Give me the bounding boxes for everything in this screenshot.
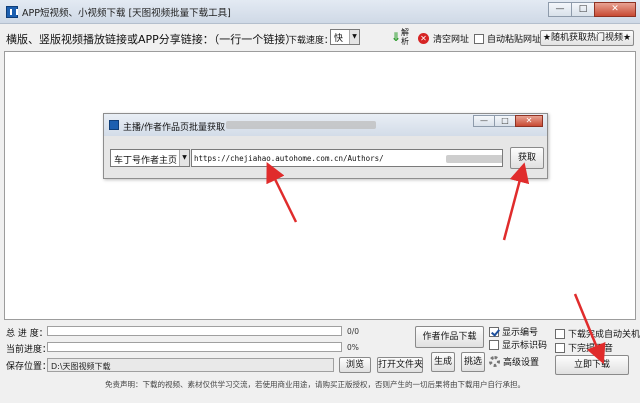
auto-shutdown-checkbox[interactable]: 下载完成自动关机 [555,327,640,340]
save-location-label: 保存位置： [6,362,52,372]
clear-urls-label: 清空网址 [433,34,470,45]
parse-label: 解析 [401,28,409,46]
source-value: 车丁号作者主页 [114,156,178,166]
dialog-maximize-button[interactable]: □ [494,115,516,127]
gear-icon [489,356,500,367]
total-progress-label: 总 进 度： [6,329,48,339]
speed-label: 下载速度： [288,36,334,46]
autopaste-label: 自动粘贴网址 [487,35,542,45]
author-url-value: https://chejiahao.autohome.com.cn/Author… [194,154,384,163]
checkbox-icon [489,339,499,350]
url-textarea[interactable] [4,51,636,320]
download-now-button[interactable]: 立即下载 [555,355,629,375]
current-progress-label: 当前进度： [6,345,52,355]
checkbox-icon [555,342,565,353]
dialog-close-button[interactable]: ✕ [515,115,543,127]
author-fetch-dialog: 主播/作者作品页批量获取 — □ ✕ 车丁号作者主页 ▼ https://che… [103,113,548,179]
checkbox-icon [474,33,484,44]
window-titlebar[interactable]: APP短视频、小视频下载 [天图视频批量下载工具] — □ ✕ [0,0,640,24]
url-prompt-label: 横版、竖版视频播放链接或APP分享链接：（一行一个链接） [6,33,297,46]
close-button[interactable]: ✕ [594,2,636,17]
window-title: APP短视频、小视频下载 [天图视频批量下载工具] [22,8,231,19]
autopaste-checkbox[interactable]: 自动粘贴网址 [474,32,541,45]
dialog-minimize-button[interactable]: — [473,115,495,127]
browse-button[interactable]: 浏览 [339,357,371,373]
chevron-down-icon: ▼ [179,150,189,166]
author-url-input[interactable]: https://chejiahao.autohome.com.cn/Author… [191,149,503,167]
current-progress-bar [47,342,342,352]
blurred-region [226,121,376,129]
dialog-title: 主播/作者作品页批量获取 [123,123,226,133]
advanced-settings-button[interactable]: 高级设置 [489,355,539,368]
show-watermark-label: 显示标识码 [502,341,548,351]
clear-icon: ✕ [418,32,429,44]
checkbox-icon [555,328,565,339]
save-path-field[interactable]: D:\天图视频下载 [47,358,334,372]
app-logo-icon [109,120,119,130]
app-logo-icon [6,6,18,18]
speed-select[interactable]: 快 ▼ [330,29,360,45]
disclaimer-text: 免责声明：下载的视频、素材仅供学习交流，若使用商业用途，请购买正版授权，否则产生… [105,380,525,389]
random-hot-videos-button[interactable]: ★随机获取热门视频★ [540,30,634,46]
download-arrow-icon: ⇓ [391,30,402,44]
minimize-button[interactable]: — [548,2,572,17]
chevron-down-icon: ▼ [349,30,359,44]
window-controls: — □ ✕ [548,2,636,18]
advanced-settings-label: 高级设置 [503,358,540,368]
author-works-download-button[interactable]: 作者作品下载 [415,326,484,348]
finish-sound-label: 下完提示音 [568,344,614,354]
speed-value: 快 [334,34,344,44]
auto-shutdown-label: 下载完成自动关机 [568,330,640,340]
fetch-button[interactable]: 获取 [510,147,544,169]
parse-button[interactable]: ⇓ 解析 [391,28,413,48]
show-watermark-checkbox[interactable]: 显示标识码 [489,338,547,351]
total-progress-bar [47,326,342,336]
show-number-checkbox[interactable]: 显示编号 [489,325,538,338]
finish-sound-checkbox[interactable]: 下完提示音 [555,341,613,354]
current-progress-text: 0% [347,343,359,352]
pick-button[interactable]: 挑选 [461,352,485,372]
total-progress-text: 0/0 [347,327,360,336]
dialog-controls: — □ ✕ [473,115,543,127]
show-number-label: 显示编号 [502,328,539,338]
clear-urls-button[interactable]: ✕ 清空网址 [418,31,469,45]
blurred-region [446,155,502,163]
dialog-titlebar[interactable]: 主播/作者作品页批量获取 — □ ✕ [104,114,547,136]
open-folder-button[interactable]: 打开文件夹 [377,357,423,373]
checkbox-icon [489,326,499,337]
source-select[interactable]: 车丁号作者主页 ▼ [110,149,190,167]
generate-button[interactable]: 生成 [431,352,455,372]
maximize-button[interactable]: □ [571,2,595,17]
toolbar: 横版、竖版视频播放链接或APP分享链接：（一行一个链接） 下载速度： 快 ▼ ⇓… [0,27,640,49]
